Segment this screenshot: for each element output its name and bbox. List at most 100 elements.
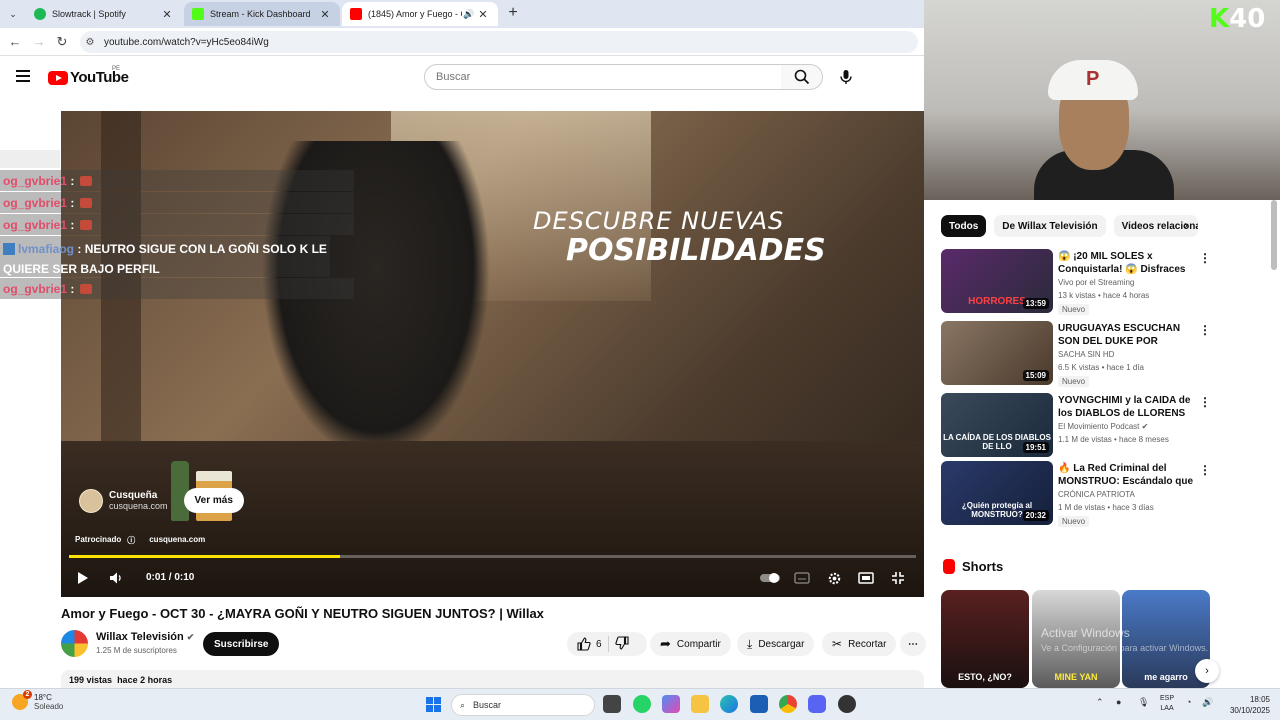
progress-bar[interactable] <box>69 555 916 558</box>
discord-icon[interactable] <box>808 695 826 713</box>
chevron-up-icon[interactable]: ⌃ <box>1096 697 1104 708</box>
chat-ghost-row <box>0 150 60 168</box>
windows-start-icon[interactable] <box>426 697 441 712</box>
video-thumbnail[interactable]: LA CAÍDA DE LOS DIABLOS DE LLO 19:51 <box>941 393 1053 457</box>
shorts-icon <box>943 559 955 574</box>
more-actions-button[interactable]: ⋯ <box>900 632 926 656</box>
store-icon[interactable] <box>750 695 768 713</box>
play-button[interactable] <box>75 569 91 587</box>
tab-spotify[interactable]: Slowtrack | Spotify ✕ <box>26 2 182 26</box>
clip-button[interactable]: ✂ Recortar <box>822 632 897 656</box>
more-vertical-icon[interactable]: ⋮ <box>1199 251 1211 265</box>
video-thumbnail[interactable]: 15:09 <box>941 321 1053 385</box>
chip-todos[interactable]: Todos <box>941 215 987 237</box>
microphone-icon[interactable]: 🎙 <box>1138 697 1149 708</box>
back-arrow-icon[interactable]: ← <box>6 33 24 51</box>
subtitles-button[interactable] <box>793 569 811 587</box>
time-display: 0:01 / 0:10 <box>146 572 195 583</box>
ver-mas-button[interactable]: Ver más <box>183 488 244 513</box>
recommendation-title[interactable]: 😱 ¡20 MIL SOLES x Conquistarla! 😱 Disfra… <box>1058 250 1194 276</box>
tab-kick-dashboard[interactable]: Stream - Kick Dashboard ✕ <box>184 2 340 26</box>
recommendation-title[interactable]: 🔥 La Red Criminal del MONSTRUO: Escándal… <box>1058 462 1194 488</box>
like-dislike-group: 6 <box>567 632 647 656</box>
page-scrollbar[interactable] <box>1271 200 1277 270</box>
omnibox[interactable]: ⚙ youtube.com/watch?v=yHc5eo84iWg <box>80 31 918 53</box>
more-vertical-icon[interactable]: ⋮ <box>1199 463 1211 477</box>
speaker-icon[interactable]: 🔊 <box>462 9 476 20</box>
close-icon[interactable]: ✕ <box>160 8 174 21</box>
download-button[interactable]: ⤓ Descargar <box>737 632 815 656</box>
copilot-icon[interactable] <box>662 695 680 713</box>
shorts-next-button[interactable]: › <box>1195 659 1219 683</box>
reload-icon[interactable]: ↻ <box>53 33 71 51</box>
wifi-icon[interactable]: ◔ <box>1186 697 1191 707</box>
recommendation-item[interactable]: ¿Quién protegía al MONSTRUO? 20:32 🔥 La … <box>941 461 1211 527</box>
info-icon[interactable]: ⓘ <box>127 535 135 546</box>
whatsapp-icon[interactable] <box>633 695 651 713</box>
search-input[interactable]: Buscar <box>424 64 782 90</box>
share-button[interactable]: ➦ Compartir <box>650 632 731 656</box>
recommendation-item[interactable]: 15:09 URUGUAYAS ESCUCHAN SON DEL DUKE PO… <box>941 321 1211 387</box>
close-icon[interactable]: ✕ <box>318 8 332 21</box>
duration-badge: 13:59 <box>1022 298 1049 309</box>
language-indicator[interactable]: ESP LAA <box>1160 694 1174 714</box>
channel-avatar[interactable] <box>61 630 88 657</box>
description-box[interactable]: 199 vistas hace 2 horas <box>61 670 924 688</box>
recommendation-item[interactable]: LA CAÍDA DE LOS DIABLOS DE LLO 19:51 YOV… <box>941 393 1211 457</box>
forward-arrow-icon[interactable]: → <box>30 33 48 51</box>
more-vertical-icon[interactable]: ⋮ <box>1199 395 1211 409</box>
video-thumbnail[interactable]: HORRORES 13:59 <box>941 249 1053 313</box>
tab-search-dropdown-icon[interactable]: ⌄ <box>4 5 22 23</box>
download-label: Descargar <box>758 638 805 650</box>
windows-taskbar: 2 18°C Soleado ⌕ Buscar ⌃ ● 🎙 ESP LAA ◔ … <box>0 688 1280 720</box>
video-thumbnail[interactable]: ¿Quién protegía al MONSTRUO? 20:32 <box>941 461 1053 525</box>
youtube-logo[interactable]: YouTube PE <box>48 66 129 86</box>
chip-from-channel[interactable]: De Willax Televisión <box>994 215 1106 237</box>
fullscreen-button[interactable] <box>889 569 907 587</box>
thumbs-down-icon <box>614 635 629 650</box>
close-icon[interactable]: ✕ <box>476 8 490 21</box>
search-button[interactable] <box>781 64 823 90</box>
recommendation-channel[interactable]: SACHA SIN HD <box>1058 350 1114 359</box>
recommendation-item[interactable]: HORRORES 13:59 😱 ¡20 MIL SOLES x Conquis… <box>941 249 1211 315</box>
file-explorer-icon[interactable] <box>691 695 709 713</box>
voice-search-button[interactable] <box>832 64 860 90</box>
weather-widget[interactable]: 2 18°C Soleado <box>12 690 63 711</box>
edge-icon[interactable] <box>720 695 738 713</box>
volume-button[interactable] <box>107 569 125 587</box>
volume-icon <box>110 572 121 584</box>
like-button[interactable]: 6 <box>577 637 602 651</box>
settings-button[interactable] <box>825 569 843 587</box>
autoplay-toggle[interactable] <box>759 569 781 587</box>
recommendation-channel[interactable]: Vivo por el Streaming <box>1058 278 1134 287</box>
tray-app-icon[interactable]: ● <box>1116 697 1121 707</box>
subscribe-button[interactable]: Suscribirse <box>203 632 280 656</box>
filter-chips: Todos De Willax Televisión Videos relaci… <box>941 215 1198 237</box>
obs-icon[interactable] <box>838 695 856 713</box>
sponsored-url[interactable]: cusquena.com <box>149 535 205 546</box>
dislike-button[interactable] <box>614 635 629 653</box>
clock-date: 30/10/2025 <box>1229 706 1270 715</box>
short-item[interactable]: ESTO, ¿NO? <box>941 590 1029 688</box>
new-tab-button[interactable]: + <box>504 4 522 22</box>
chrome-icon[interactable] <box>779 695 797 713</box>
volume-icon[interactable]: 🔊 <box>1202 697 1213 708</box>
theater-mode-button[interactable] <box>857 569 875 587</box>
recommendation-channel[interactable]: CRÓNICA PATRIOTA <box>1058 490 1135 499</box>
recommendation-meta: 13 k vistas • hace 4 horas <box>1058 291 1150 300</box>
site-info-icon[interactable]: ⚙ <box>80 37 100 48</box>
kick-favicon-icon <box>192 8 204 20</box>
more-vertical-icon[interactable]: ⋮ <box>1199 323 1211 337</box>
chevron-right-icon[interactable]: › <box>1184 218 1188 232</box>
channel-name[interactable]: Willax Televisión ✔ <box>96 631 194 643</box>
recommendation-channel[interactable]: El Movimiento Podcast ✔ <box>1058 422 1148 431</box>
menu-icon[interactable] <box>16 70 30 82</box>
task-view-icon[interactable] <box>603 695 621 713</box>
system-clock[interactable]: 18:05 30/10/2025 <box>1222 694 1270 716</box>
tab-youtube[interactable]: (1845) Amor y Fuego - OCT 🔊 ✕ <box>342 2 498 26</box>
ad-sponsor-card[interactable]: Cusqueña cusquena.com Ver más <box>79 488 244 513</box>
ad-headline-2: POSIBILIDADES <box>566 233 826 268</box>
recommendation-title[interactable]: YOVNGCHIMI y la CAIDA de los DIABLOS de … <box>1058 394 1194 420</box>
recommendation-title[interactable]: URUGUAYAS ESCUCHAN SON DEL DUKE POR PRIM… <box>1058 322 1194 348</box>
taskbar-search[interactable]: ⌕ Buscar <box>451 694 595 716</box>
